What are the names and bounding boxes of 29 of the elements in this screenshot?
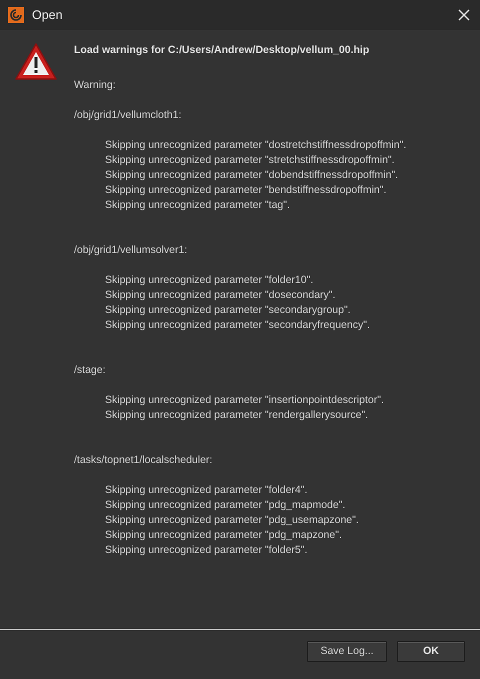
node-path: /tasks/topnet1/localscheduler: <box>74 453 214 468</box>
warning-message: Skipping unrecognized parameter "folder10". <box>105 273 314 288</box>
warning-message: Skipping unrecognized parameter "bendstiffnessdropoffmin". <box>105 183 388 198</box>
warning-message: Skipping unrecognized parameter "stretchstiffnessdropoffmin". <box>105 153 396 168</box>
warning-message: Skipping unrecognized parameter "tag". <box>105 198 291 213</box>
window-title: Open <box>32 6 63 24</box>
warning-message: Skipping unrecognized parameter "pdg_mapzone". <box>105 528 343 543</box>
ok-button[interactable]: OK <box>397 641 465 662</box>
app-logo-icon <box>8 7 24 23</box>
save-log-button[interactable]: Save Log... <box>307 641 387 662</box>
node-path: /stage: <box>74 363 107 378</box>
warning-message: Skipping unrecognized parameter "dobendstiffnessdropoffmin". <box>105 168 400 183</box>
warning-message: Skipping unrecognized parameter "folder5". <box>105 543 308 558</box>
warning-message: Skipping unrecognized parameter "rendergallerysource". <box>105 408 370 423</box>
node-path: /obj/grid1/vellumcloth1: <box>74 108 182 123</box>
warning-label: Warning: <box>74 78 116 93</box>
node-path: /obj/grid1/vellumsolver1: <box>74 243 188 258</box>
warning-message: Skipping unrecognized parameter "secondarygroup". <box>105 303 352 318</box>
warning-message: Skipping unrecognized parameter "dostretchstiffnessdropoffmin". <box>105 138 406 153</box>
dialog-heading: Load warnings for C:/Users/Andrew/Desktop/vellum_00.hip <box>74 43 370 58</box>
warning-message: Skipping unrecognized parameter "folder4". <box>105 483 308 498</box>
warning-message: Skipping unrecognized parameter "secondaryfrequency". <box>105 318 371 333</box>
warning-icon <box>14 42 58 82</box>
warning-message: Skipping unrecognized parameter "pdg_mapmode". <box>105 498 346 513</box>
warning-message: Skipping unrecognized parameter "insertionpointdescriptor". <box>105 393 385 408</box>
close-icon <box>458 9 470 21</box>
warning-message: Skipping unrecognized parameter "pdg_usemapzone". <box>105 513 360 528</box>
warning-message: Skipping unrecognized parameter "dosecondary". <box>105 288 336 303</box>
close-button[interactable] <box>456 7 472 23</box>
